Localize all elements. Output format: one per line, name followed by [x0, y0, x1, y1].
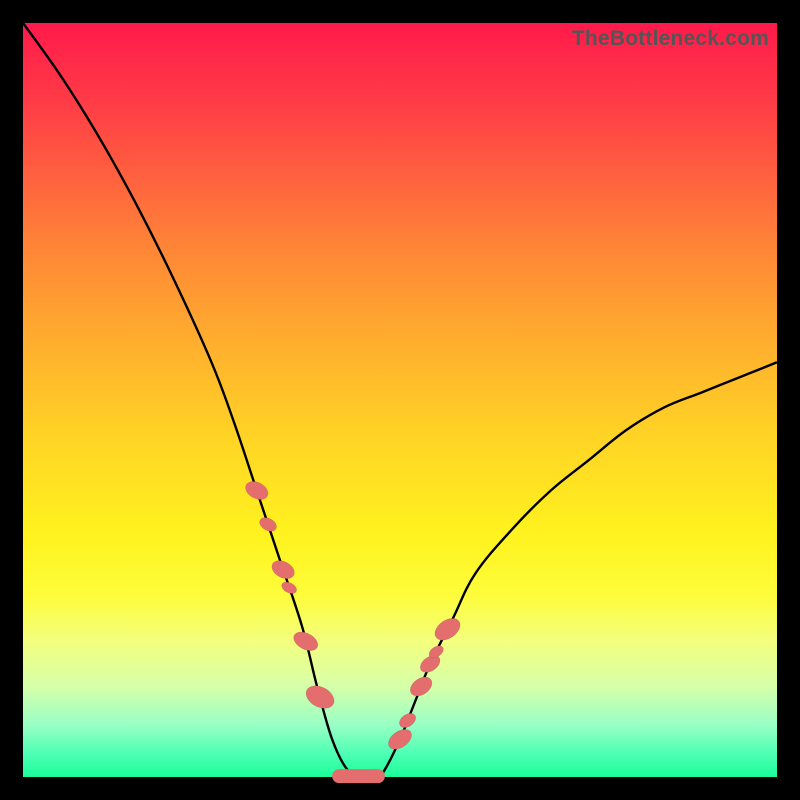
- data-marker: [407, 673, 436, 700]
- data-marker: [397, 710, 419, 730]
- data-marker: [431, 614, 464, 645]
- data-marker: [291, 628, 321, 654]
- curve-path: [23, 23, 777, 778]
- chart-frame: TheBottleneck.com: [0, 0, 800, 800]
- data-marker: [302, 681, 338, 713]
- flat-minimum-marker: [332, 769, 385, 783]
- data-marker: [242, 478, 271, 503]
- data-marker: [280, 580, 299, 596]
- marker-layer: [242, 478, 464, 783]
- bottleneck-curve: [23, 23, 777, 777]
- data-marker: [269, 557, 298, 582]
- data-marker: [257, 515, 279, 534]
- plot-area: TheBottleneck.com: [23, 23, 777, 777]
- data-marker: [385, 725, 415, 753]
